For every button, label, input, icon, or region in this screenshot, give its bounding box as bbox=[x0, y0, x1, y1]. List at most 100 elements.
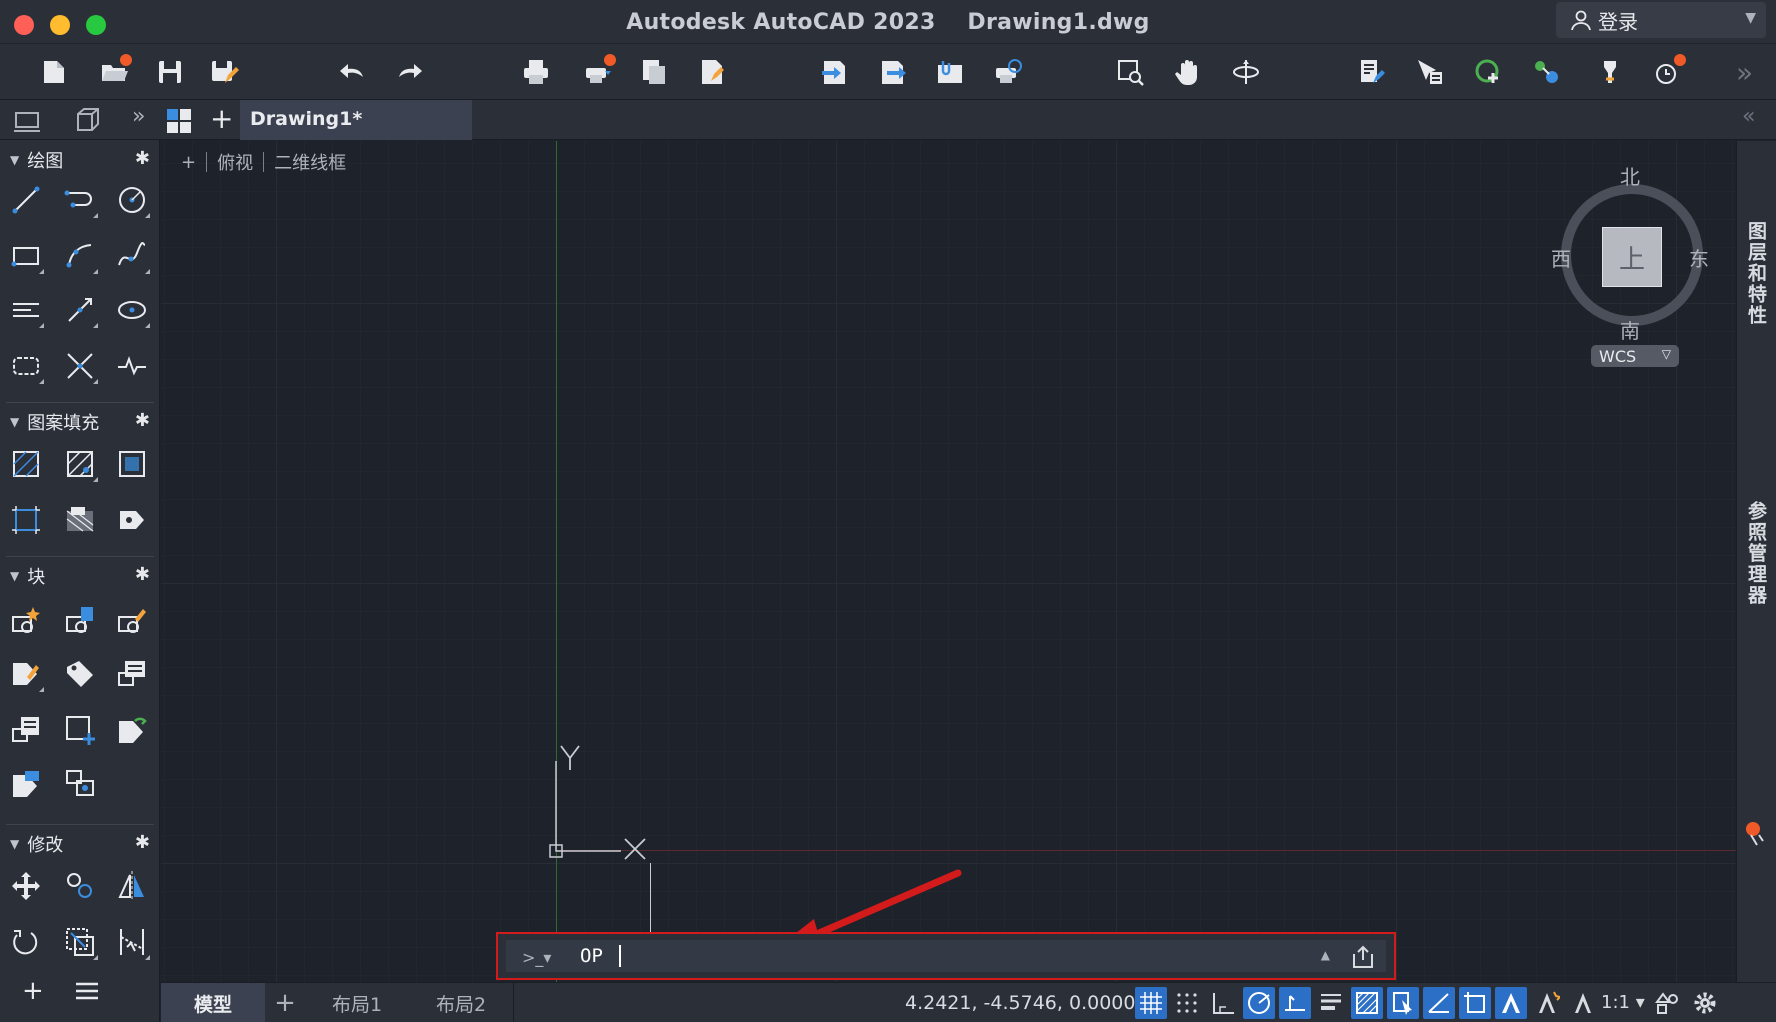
gear-icon[interactable]: ✱ bbox=[135, 148, 150, 169]
zoom-window-icon[interactable] bbox=[1112, 54, 1148, 90]
region-tool-icon[interactable] bbox=[6, 500, 46, 540]
scale-tool-icon[interactable] bbox=[60, 922, 100, 962]
block-editor-icon[interactable] bbox=[60, 764, 100, 804]
ortho-toggle-icon[interactable] bbox=[1207, 987, 1239, 1019]
workspace-switch-icon[interactable] bbox=[1651, 987, 1683, 1019]
page-setup-icon[interactable] bbox=[694, 54, 730, 90]
collapse-panel-icon[interactable]: « bbox=[1742, 104, 1755, 129]
selection-cycling-icon[interactable] bbox=[1387, 987, 1419, 1019]
wipeout-tool-icon[interactable] bbox=[60, 500, 100, 540]
breakline-tool-icon[interactable] bbox=[112, 346, 152, 386]
hatch-lines-tool-icon[interactable] bbox=[6, 290, 46, 330]
new-tab-button[interactable]: + bbox=[210, 102, 233, 135]
redo-icon[interactable] bbox=[392, 54, 428, 90]
compass-west[interactable]: 西 bbox=[1551, 243, 1571, 272]
share-view-icon[interactable] bbox=[990, 54, 1026, 90]
tag-shape-tool-icon[interactable] bbox=[112, 500, 152, 540]
snap-toggle-icon[interactable] bbox=[1171, 987, 1203, 1019]
xref-panel-tab[interactable]: 参照管理器 bbox=[1743, 501, 1770, 606]
wcs-menu[interactable]: WCS ▽ bbox=[1591, 345, 1679, 367]
tabs-overflow-icon[interactable]: » bbox=[132, 104, 145, 129]
attribute-manager-icon[interactable] bbox=[112, 654, 152, 694]
login-button[interactable]: 登录 ▼ bbox=[1556, 2, 1766, 38]
block-palette-icon[interactable] bbox=[6, 710, 46, 750]
boundary-tool-icon[interactable] bbox=[112, 444, 152, 484]
tab-layout1[interactable]: 布局1 bbox=[305, 983, 409, 1022]
palette-menu-icon[interactable] bbox=[74, 980, 100, 1002]
circle-tool-icon[interactable] bbox=[112, 180, 152, 220]
save-icon[interactable] bbox=[152, 54, 188, 90]
lineweight-toggle-icon[interactable] bbox=[1315, 987, 1347, 1019]
toolbar-overflow-icon[interactable]: » bbox=[1736, 56, 1753, 89]
arc-tool-icon[interactable] bbox=[60, 236, 100, 276]
visual-style-control[interactable]: 二维线框 bbox=[274, 149, 346, 175]
command-share-icon[interactable] bbox=[1350, 944, 1376, 970]
notification-bell-icon[interactable] bbox=[1745, 821, 1767, 847]
line-tool-icon[interactable] bbox=[6, 180, 46, 220]
layers-panel-tab[interactable]: 图层和特性 bbox=[1743, 221, 1770, 326]
compass-south[interactable]: 南 bbox=[1620, 315, 1640, 344]
attach-icon[interactable] bbox=[932, 54, 968, 90]
compass-east[interactable]: 东 bbox=[1689, 243, 1709, 272]
isodraft-toggle-icon[interactable] bbox=[1279, 987, 1311, 1019]
tab-layout2[interactable]: 布局2 bbox=[409, 983, 513, 1022]
mirror-tool-icon[interactable] bbox=[112, 866, 152, 906]
copy-tool-icon[interactable] bbox=[60, 866, 100, 906]
annotation-visibility-icon[interactable] bbox=[1495, 987, 1527, 1019]
create-block-icon[interactable] bbox=[6, 600, 46, 640]
view-control[interactable]: 俯视 bbox=[217, 149, 253, 175]
pan-icon[interactable] bbox=[1170, 54, 1206, 90]
construction-line-tool-icon[interactable] bbox=[60, 346, 100, 386]
add-tool-button[interactable]: + bbox=[22, 976, 44, 1006]
section-header-block[interactable]: ▼ 块 ✱ bbox=[0, 562, 160, 590]
edit-attribute-icon[interactable] bbox=[60, 654, 100, 694]
scale-selector[interactable]: 1:1 ▾ bbox=[1601, 992, 1645, 1013]
trim-tool-icon[interactable] bbox=[112, 922, 152, 962]
object-snap-icon[interactable] bbox=[1459, 987, 1491, 1019]
gear-icon[interactable]: ✱ bbox=[135, 410, 150, 431]
add-selected-icon[interactable] bbox=[1470, 54, 1506, 90]
add-to-block-icon[interactable] bbox=[60, 710, 100, 750]
orbit-icon[interactable] bbox=[1228, 54, 1264, 90]
viewcube[interactable]: 北 南 西 东 上 bbox=[1543, 161, 1733, 344]
chevron-down-icon[interactable]: ▽ bbox=[1662, 347, 1671, 361]
osnap-tracking-icon[interactable] bbox=[1423, 987, 1455, 1019]
ellipse-tool-icon[interactable] bbox=[112, 290, 152, 330]
transparency-toggle-icon[interactable] bbox=[1351, 987, 1383, 1019]
gradient-tool-icon[interactable] bbox=[60, 444, 100, 484]
attribute-display-icon[interactable] bbox=[6, 764, 46, 804]
section-header-hatch[interactable]: ▼ 图案填充 ✱ bbox=[0, 408, 160, 436]
add-layout-button[interactable]: + bbox=[265, 983, 305, 1022]
sync-attribute-icon[interactable] bbox=[112, 710, 152, 750]
rotate-tool-icon[interactable] bbox=[6, 922, 46, 962]
edit-block-icon[interactable] bbox=[112, 600, 152, 640]
start-tab-grid-icon[interactable] bbox=[166, 108, 192, 134]
hatch-tool-icon[interactable] bbox=[6, 444, 46, 484]
rectangle-tool-icon[interactable] bbox=[6, 236, 46, 276]
revision-cloud-tool-icon[interactable] bbox=[6, 346, 46, 386]
settings-gear-icon[interactable] bbox=[1689, 987, 1721, 1019]
grid-toggle-icon[interactable] bbox=[1135, 987, 1167, 1019]
collapse-triangle-icon[interactable]: ▼ bbox=[10, 415, 19, 429]
gear-icon[interactable]: ✱ bbox=[135, 564, 150, 585]
quickprops-icon[interactable] bbox=[1592, 54, 1628, 90]
gear-icon[interactable]: ✱ bbox=[135, 832, 150, 853]
section-header-draw[interactable]: ▼ 绘图 ✱ bbox=[0, 146, 160, 174]
layer-properties-icon[interactable] bbox=[1354, 54, 1390, 90]
compass-north[interactable]: 北 bbox=[1620, 161, 1640, 190]
viewport-3d-icon[interactable] bbox=[72, 106, 108, 134]
plot-icon[interactable] bbox=[518, 54, 554, 90]
viewport-2d-icon[interactable] bbox=[12, 106, 48, 134]
polar-toggle-icon[interactable] bbox=[1243, 987, 1275, 1019]
collapse-triangle-icon[interactable]: ▼ bbox=[10, 569, 19, 583]
save-as-icon[interactable] bbox=[206, 54, 242, 90]
open-icon[interactable] bbox=[96, 54, 132, 90]
viewcube-top-face[interactable]: 上 bbox=[1602, 227, 1662, 287]
annotation-scale-icon[interactable] bbox=[1567, 987, 1599, 1019]
chevron-down-icon[interactable]: ▼ bbox=[1745, 10, 1756, 26]
auto-scale-icon[interactable] bbox=[1531, 987, 1563, 1019]
viewport-menu-button[interactable]: + bbox=[181, 152, 196, 173]
match-properties-icon[interactable] bbox=[1412, 54, 1448, 90]
coordinate-readout[interactable]: 4.2421, -4.5746, 0.0000 bbox=[905, 992, 1135, 1014]
tab-drawing1[interactable]: Drawing1* bbox=[240, 100, 472, 140]
